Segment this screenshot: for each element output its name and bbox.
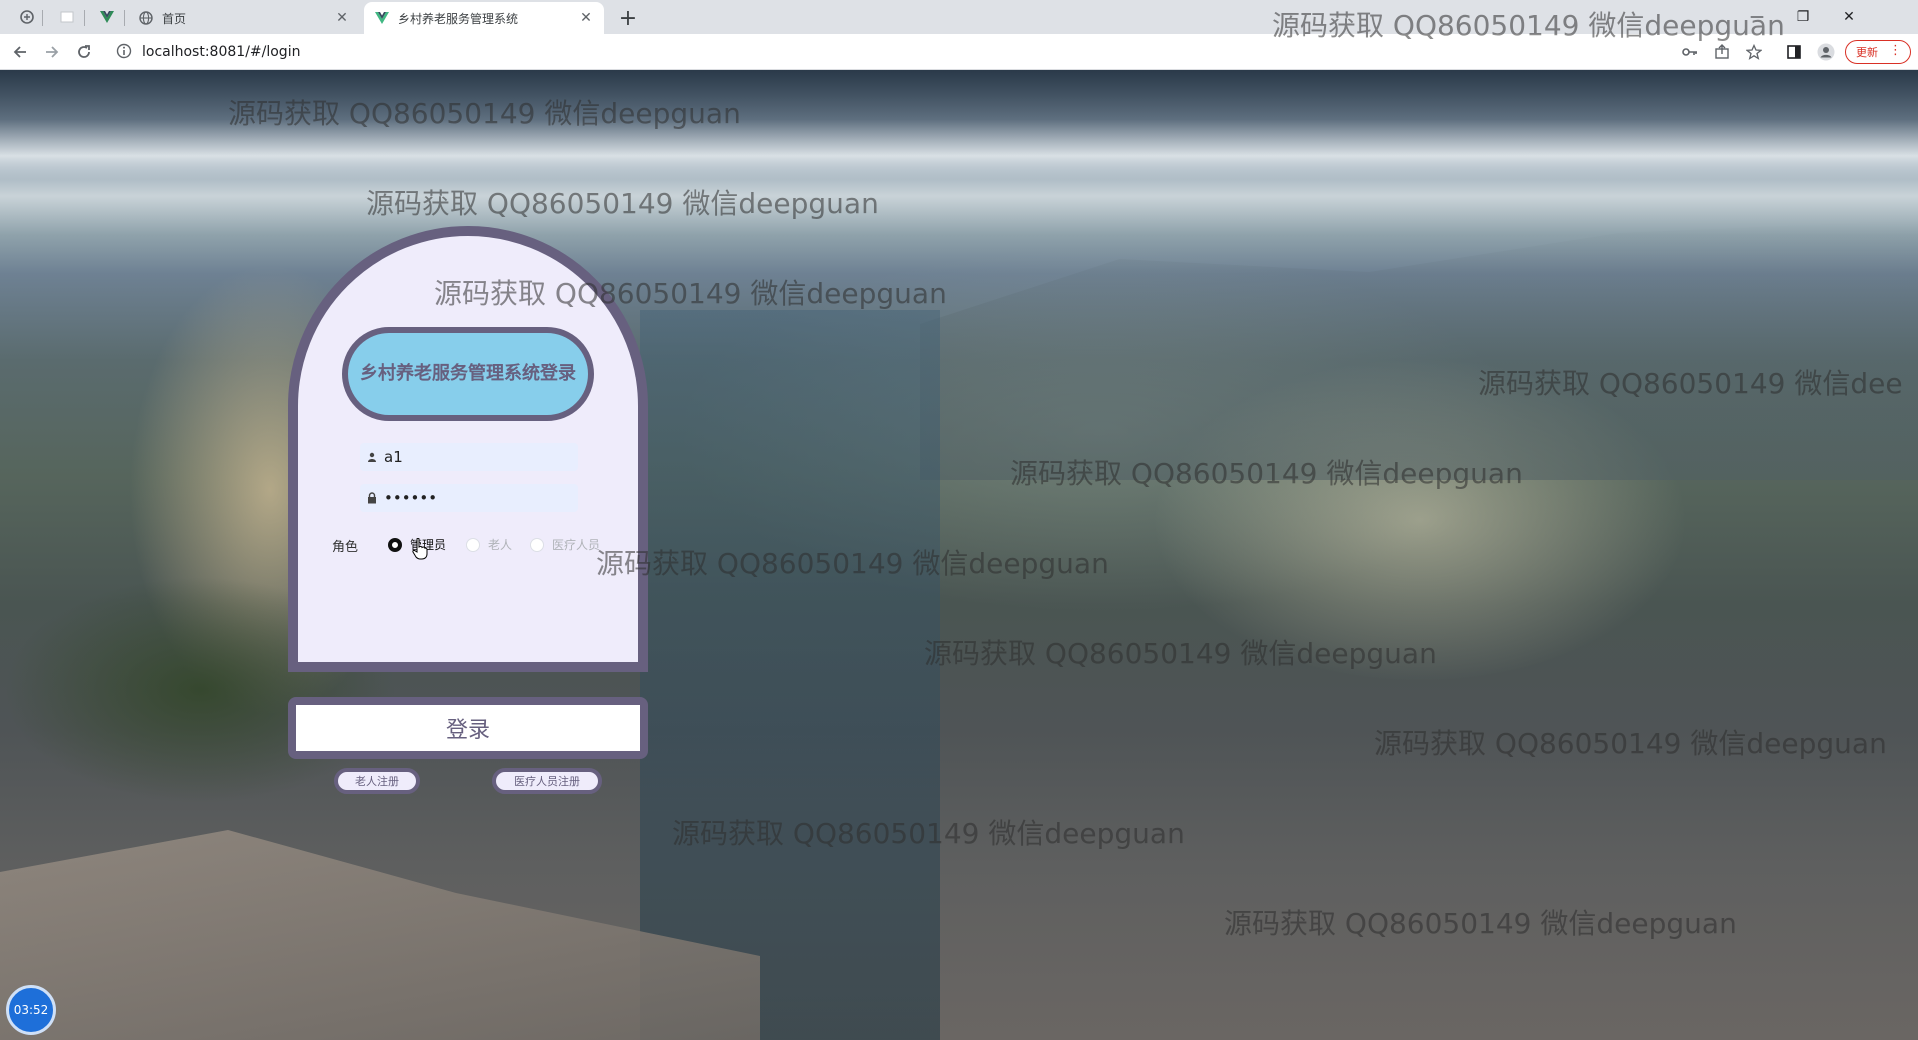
vue-logo-icon bbox=[374, 10, 390, 26]
tab-search-icon[interactable] bbox=[16, 6, 38, 28]
radio-dot[interactable] bbox=[466, 537, 480, 552]
side-panel-icon[interactable] bbox=[1782, 40, 1806, 64]
background-ridge bbox=[920, 220, 1918, 480]
role-radio-medical[interactable]: 医疗人员 bbox=[530, 536, 600, 553]
watermark: 源码获取 QQ86050149 微信deepguan bbox=[1374, 727, 1887, 760]
lock-icon bbox=[366, 492, 378, 504]
login-title: 乡村养老服务管理系统登录 bbox=[342, 327, 594, 421]
login-button[interactable]: 登录 bbox=[288, 697, 648, 759]
tab-title: 首页 bbox=[162, 11, 187, 26]
watermark: 源码获取 QQ86050149 微信dee bbox=[1478, 367, 1903, 400]
mouse-cursor-icon bbox=[412, 537, 428, 560]
watermark: 源码获取 QQ86050149 微信deepguan bbox=[1010, 457, 1523, 490]
profile-avatar-icon[interactable] bbox=[1814, 40, 1838, 64]
close-icon[interactable]: ✕ bbox=[578, 10, 594, 26]
pinned-tab-blank-icon[interactable] bbox=[56, 6, 78, 28]
tab-title: 乡村养老服务管理系统 bbox=[398, 11, 519, 26]
register-medical-button[interactable]: 医疗人员注册 bbox=[492, 768, 602, 794]
tab-login[interactable]: 乡村养老服务管理系统 ✕ bbox=[364, 2, 604, 34]
username-field[interactable] bbox=[360, 443, 578, 471]
radio-label: 医疗人员 bbox=[552, 538, 601, 552]
back-icon[interactable] bbox=[6, 38, 34, 66]
tab-home[interactable]: 首页 ✕ bbox=[128, 2, 360, 34]
watermark: 源码获取 QQ86050149 微信deepguan bbox=[596, 547, 1109, 580]
new-tab-button[interactable]: + bbox=[614, 4, 642, 32]
user-icon bbox=[366, 451, 378, 463]
watermark: 源码获取 QQ86050149 微信deepguan bbox=[366, 187, 879, 220]
register-elder-button[interactable]: 老人注册 bbox=[334, 768, 420, 794]
background-valley bbox=[640, 310, 940, 1040]
update-button[interactable]: 更新 ⋮ bbox=[1845, 40, 1911, 64]
reload-icon[interactable] bbox=[70, 38, 98, 66]
role-radio-elder[interactable]: 老人 bbox=[466, 536, 512, 553]
username-input[interactable] bbox=[384, 448, 564, 466]
watermark: 源码获取 QQ86050149 微信deepguan bbox=[434, 277, 947, 310]
password-input[interactable]: •••••• bbox=[384, 489, 564, 507]
password-field[interactable]: •••••• bbox=[360, 484, 578, 512]
watermark: 源码获取 QQ86050149 微信deepguan bbox=[924, 637, 1437, 670]
site-info-icon[interactable] bbox=[116, 43, 134, 61]
watermark: 源码获取 QQ86050149 微信deepguan bbox=[228, 97, 741, 130]
pinned-tab-vue-icon[interactable] bbox=[96, 6, 118, 28]
watermark: 源码获取 QQ86050149 微信deepguan bbox=[672, 817, 1185, 850]
close-icon[interactable]: ✕ bbox=[334, 10, 350, 26]
restore-icon[interactable]: ❐ bbox=[1780, 0, 1826, 34]
globe-icon bbox=[138, 10, 154, 26]
radio-label: 老人 bbox=[488, 538, 513, 552]
update-label: 更新 bbox=[1856, 46, 1878, 59]
window-close-icon[interactable]: ✕ bbox=[1826, 0, 1872, 34]
url-text: localhost:8081/#/login bbox=[142, 44, 301, 60]
more-menu-icon[interactable]: ⋮ bbox=[1889, 43, 1902, 58]
forward-icon[interactable] bbox=[38, 38, 66, 66]
watermark: 源码获取 QQ86050149 微信deepguan bbox=[1272, 9, 1785, 42]
watermark: 源码获取 QQ86050149 微信deepguan bbox=[1224, 907, 1737, 940]
radio-dot[interactable] bbox=[530, 537, 544, 552]
role-label: 角色 bbox=[332, 540, 359, 555]
radio-dot[interactable] bbox=[388, 537, 402, 552]
clock-badge: 03:52 bbox=[6, 985, 56, 1035]
